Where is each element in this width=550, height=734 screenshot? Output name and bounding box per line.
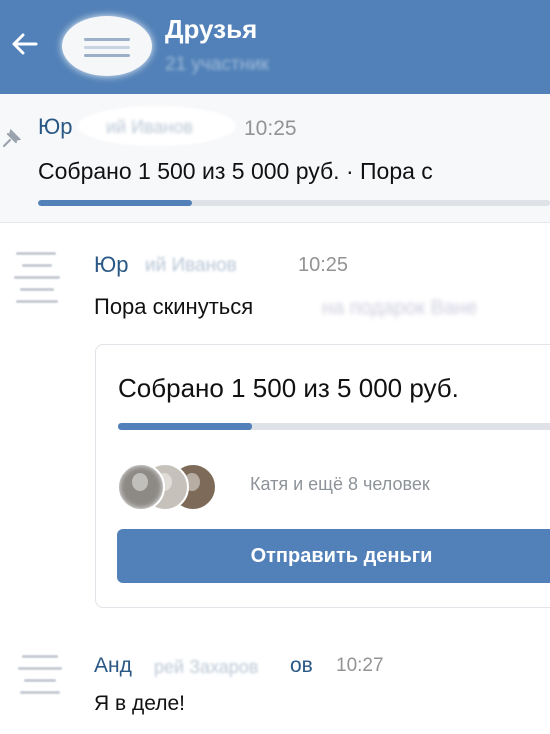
- member-count: 21 участник: [165, 54, 269, 75]
- message-author[interactable]: Юр: [94, 252, 128, 278]
- contributors-text[interactable]: Катя и ещё 8 человек: [250, 474, 430, 495]
- message-author[interactable]: Анд: [94, 654, 132, 678]
- pin-icon: [2, 128, 22, 148]
- pinned-text: Собрано 1 500 из 5 000 руб. · Пора с: [38, 158, 433, 184]
- chat-header: Друзья 21 участник: [0, 0, 550, 94]
- pinned-progress-bar: [38, 200, 550, 206]
- message-text: Пора скинуться: [94, 294, 254, 319]
- pinned-author-redacted: ий Иванов: [78, 106, 236, 146]
- money-progress-bar: [118, 423, 550, 430]
- message-author-end[interactable]: ов: [290, 654, 313, 678]
- message-author-redacted: рей Захаров: [154, 657, 259, 677]
- pinned-progress-fill: [38, 200, 192, 206]
- money-request-card[interactable]: Собрано 1 500 из 5 000 руб. Катя и ещё 8…: [95, 344, 550, 608]
- collected-amount: Собрано 1 500 из 5 000 руб.: [118, 373, 459, 403]
- pinned-author[interactable]: Юр: [38, 114, 72, 140]
- back-button[interactable]: [6, 26, 42, 62]
- chat-avatar[interactable]: [62, 16, 152, 76]
- avatar[interactable]: [8, 643, 72, 709]
- money-progress-fill: [118, 423, 253, 430]
- pinned-time: 10:25: [244, 117, 297, 140]
- send-money-button[interactable]: Отправить деньги: [117, 529, 550, 583]
- message-text: Я в деле!: [94, 692, 185, 715]
- message-text-redacted: на подарок Ване: [322, 297, 478, 319]
- contributor-avatars[interactable]: [117, 463, 237, 511]
- message-author-redacted: ий Иванов: [145, 255, 237, 276]
- arrow-left-icon: [12, 33, 38, 55]
- message-time: 10:27: [336, 655, 384, 676]
- avatar[interactable]: [4, 238, 74, 322]
- message-time: 10:25: [298, 254, 349, 276]
- chat-title[interactable]: Друзья: [165, 14, 257, 45]
- contributor-avatar: [117, 463, 165, 511]
